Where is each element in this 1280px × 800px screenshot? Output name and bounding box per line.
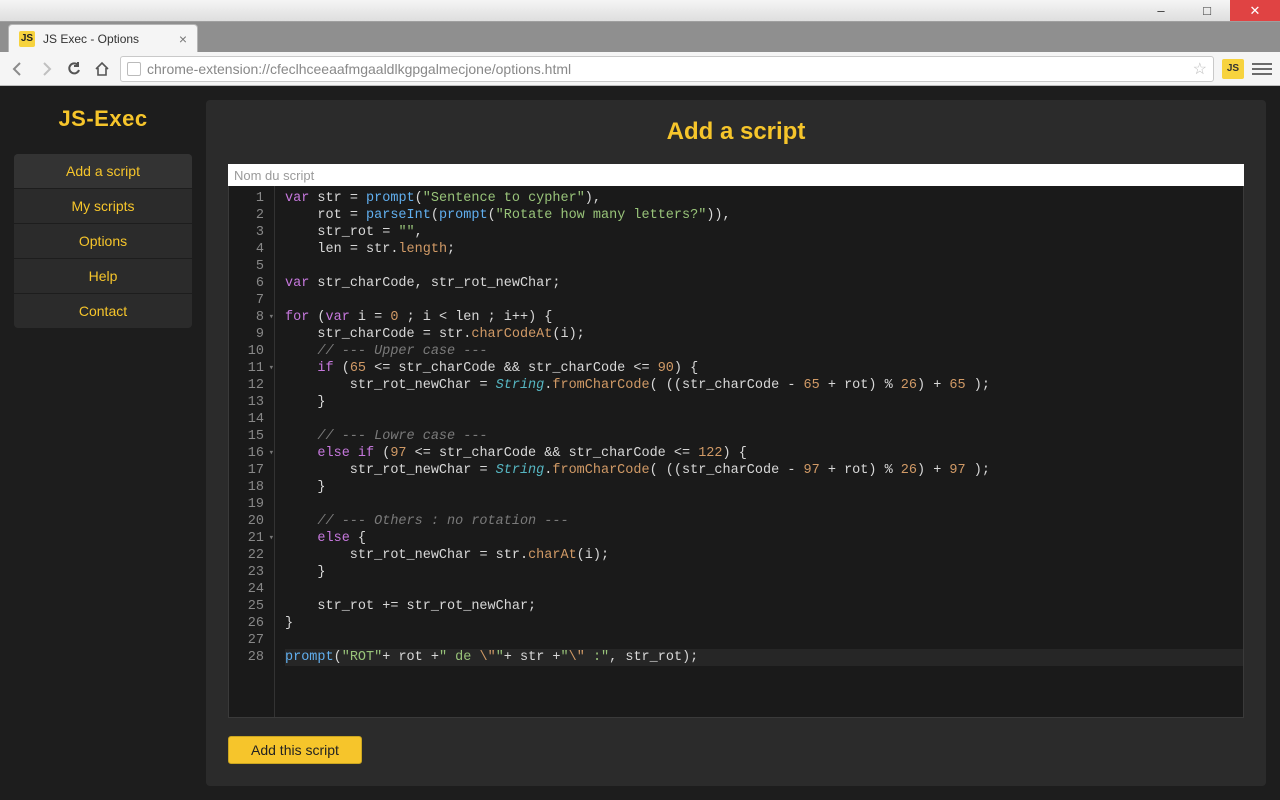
address-bar[interactable]: chrome-extension://cfeclhceeaafmgaaldlkg… — [120, 56, 1214, 82]
gutter-line: 3 — [229, 224, 264, 241]
code-line[interactable]: } — [285, 394, 1243, 411]
code-line[interactable] — [285, 258, 1243, 275]
script-name-input[interactable] — [228, 164, 1244, 186]
gutter-line: 16 — [229, 445, 264, 462]
gutter-line: 22 — [229, 547, 264, 564]
sidebar-menu: Add a scriptMy scriptsOptionsHelpContact — [14, 154, 192, 328]
bookmark-star-icon[interactable]: ☆ — [1193, 59, 1207, 79]
code-line[interactable]: // --- Lowre case --- — [285, 428, 1243, 445]
code-line[interactable]: str_rot_newChar = String.fromCharCode( (… — [285, 462, 1243, 479]
code-line[interactable]: // --- Others : no rotation --- — [285, 513, 1243, 530]
gutter-line: 12 — [229, 377, 264, 394]
gutter-line: 21 — [229, 530, 264, 547]
editor-code[interactable]: var str = prompt("Sentence to cypher"), … — [275, 186, 1243, 717]
main-panel: Add a script 123456789101112131415161718… — [206, 100, 1266, 786]
gutter-line: 28 — [229, 649, 264, 666]
browser-menu-button[interactable] — [1252, 59, 1272, 79]
minimize-icon: – — [1157, 3, 1164, 18]
gutter-line: 8 — [229, 309, 264, 326]
gutter-line: 14 — [229, 411, 264, 428]
home-button[interactable] — [92, 59, 112, 79]
sidebar-item-add-a-script[interactable]: Add a script — [14, 154, 192, 189]
code-line[interactable]: if (65 <= str_charCode && str_charCode <… — [285, 360, 1243, 377]
code-line[interactable]: var str_charCode, str_rot_newChar; — [285, 275, 1243, 292]
code-line[interactable] — [285, 292, 1243, 309]
page-viewport: JS-Exec Add a scriptMy scriptsOptionsHel… — [0, 86, 1280, 800]
code-line[interactable]: len = str.length; — [285, 241, 1243, 258]
code-line[interactable]: str_rot_newChar = String.fromCharCode( (… — [285, 377, 1243, 394]
sidebar-item-options[interactable]: Options — [14, 224, 192, 259]
add-script-button[interactable]: Add this script — [228, 736, 362, 764]
gutter-line: 13 — [229, 394, 264, 411]
code-line[interactable]: else if (97 <= str_charCode && str_charC… — [285, 445, 1243, 462]
code-line[interactable]: // --- Upper case --- — [285, 343, 1243, 360]
gutter-line: 18 — [229, 479, 264, 496]
close-icon: ✕ — [1250, 3, 1261, 19]
sidebar-item-contact[interactable]: Contact — [14, 294, 192, 328]
code-line[interactable]: str_rot_newChar = str.charAt(i); — [285, 547, 1243, 564]
gutter-line: 6 — [229, 275, 264, 292]
window-minimize-button[interactable]: – — [1138, 0, 1184, 21]
gutter-line: 20 — [229, 513, 264, 530]
gutter-line: 24 — [229, 581, 264, 598]
editor-gutter: 1234567891011121314151617181920212223242… — [229, 186, 275, 717]
tab-close-button[interactable]: × — [179, 32, 187, 46]
code-line[interactable]: else { — [285, 530, 1243, 547]
url-text: chrome-extension://cfeclhceeaafmgaaldlkg… — [147, 61, 1187, 77]
window-maximize-button[interactable]: □ — [1184, 0, 1230, 21]
gutter-line: 19 — [229, 496, 264, 513]
extension-badge[interactable]: JS — [1222, 59, 1244, 79]
gutter-line: 2 — [229, 207, 264, 224]
sidebar-item-my-scripts[interactable]: My scripts — [14, 189, 192, 224]
gutter-line: 1 — [229, 190, 264, 207]
app-logo: JS-Exec — [14, 106, 192, 132]
back-button[interactable] — [8, 59, 28, 79]
gutter-line: 23 — [229, 564, 264, 581]
code-line[interactable]: } — [285, 479, 1243, 496]
code-line[interactable]: var str = prompt("Sentence to cypher"), — [285, 190, 1243, 207]
window-close-button[interactable]: ✕ — [1230, 0, 1280, 21]
page-icon — [127, 62, 141, 76]
code-line[interactable]: prompt("ROT"+ rot +" de \""+ str +"\" :"… — [285, 649, 1243, 666]
browser-toolbar: chrome-extension://cfeclhceeaafmgaaldlkg… — [0, 52, 1280, 86]
forward-button[interactable] — [36, 59, 56, 79]
browser-tab[interactable]: JS JS Exec - Options × — [8, 24, 198, 52]
code-line[interactable]: } — [285, 564, 1243, 581]
code-line[interactable]: str_rot += str_rot_newChar; — [285, 598, 1243, 615]
gutter-line: 7 — [229, 292, 264, 309]
code-line[interactable]: str_charCode = str.charCodeAt(i); — [285, 326, 1243, 343]
code-line[interactable] — [285, 581, 1243, 598]
sidebar-item-help[interactable]: Help — [14, 259, 192, 294]
tab-favicon: JS — [19, 31, 35, 47]
code-line[interactable]: str_rot = "", — [285, 224, 1243, 241]
gutter-line: 9 — [229, 326, 264, 343]
code-editor[interactable]: 1234567891011121314151617181920212223242… — [228, 186, 1244, 718]
maximize-icon: □ — [1203, 3, 1211, 18]
gutter-line: 17 — [229, 462, 264, 479]
gutter-line: 5 — [229, 258, 264, 275]
gutter-line: 11 — [229, 360, 264, 377]
code-line[interactable] — [285, 411, 1243, 428]
page-heading: Add a script — [228, 118, 1244, 146]
sidebar: JS-Exec Add a scriptMy scriptsOptionsHel… — [0, 86, 206, 800]
gutter-line: 15 — [229, 428, 264, 445]
window-titlebar: – □ ✕ — [0, 0, 1280, 22]
code-line[interactable] — [285, 496, 1243, 513]
gutter-line: 26 — [229, 615, 264, 632]
reload-button[interactable] — [64, 59, 84, 79]
code-line[interactable] — [285, 632, 1243, 649]
gutter-line: 27 — [229, 632, 264, 649]
tab-title: JS Exec - Options — [43, 32, 171, 46]
browser-tabstrip: JS JS Exec - Options × — [0, 22, 1280, 52]
gutter-line: 10 — [229, 343, 264, 360]
code-line[interactable]: rot = parseInt(prompt("Rotate how many l… — [285, 207, 1243, 224]
gutter-line: 4 — [229, 241, 264, 258]
code-line[interactable]: } — [285, 615, 1243, 632]
code-line[interactable]: for (var i = 0 ; i < len ; i++) { — [285, 309, 1243, 326]
gutter-line: 25 — [229, 598, 264, 615]
